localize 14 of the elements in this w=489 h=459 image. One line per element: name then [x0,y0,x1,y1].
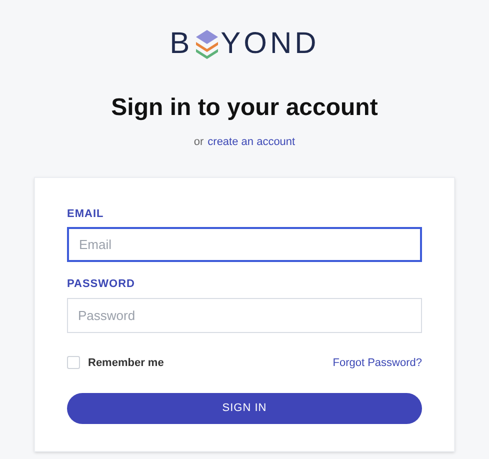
field-label: PASSWORD [67,277,136,292]
remember-label: Remember me [88,356,164,370]
page-heading: Sign in to your account [111,93,378,123]
password-field[interactable]: Password [67,298,422,332]
email-field[interactable]: Email [67,227,422,262]
remember-checkbox[interactable] [67,356,80,370]
field-label: EMAIL [67,206,105,222]
create-account-link[interactable]: create an account [208,134,296,150]
logo-text: B [170,29,193,59]
logo-text: YOND [220,29,320,59]
logo-icon [194,28,220,60]
subtitle-text: or [194,135,204,150]
sign-in-button[interactable]: SIGN IN [67,393,422,424]
forgot-password-link[interactable]: Forgot Password? [332,354,422,371]
